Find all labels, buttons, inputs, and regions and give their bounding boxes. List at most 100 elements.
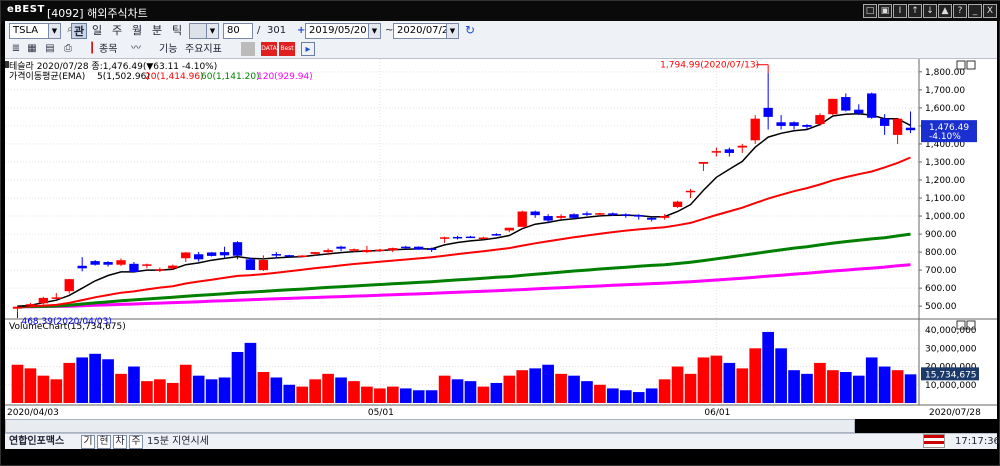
tab-period-3[interactable]: 월 xyxy=(129,23,145,39)
volume-bar xyxy=(231,351,244,403)
horizontal-scrollbar[interactable] xyxy=(5,419,855,433)
mode-menu[interactable]: 종목 xyxy=(99,42,117,58)
candle-body xyxy=(621,214,631,216)
best-badge[interactable]: Best xyxy=(279,42,295,56)
volume-bar xyxy=(154,379,166,403)
candle-icon[interactable]: ┃ xyxy=(85,42,99,56)
chevron-down-icon[interactable]: ▼ xyxy=(446,24,458,38)
candle-body xyxy=(802,125,812,127)
news-provider[interactable]: 연합인포맥스 xyxy=(9,434,64,450)
symbol-input[interactable]: TSLA ▼ xyxy=(9,23,61,39)
status-bar: 연합인포맥스 기 현 차 주 15분 지연시세 17:17:36 xyxy=(5,433,1000,450)
volume-bar xyxy=(309,379,321,403)
window-ctrl-0[interactable]: □ xyxy=(863,4,877,18)
date-from-input[interactable]: 2019/05/20 ▼ xyxy=(305,23,381,39)
volume-bar xyxy=(516,370,529,403)
date-to-input[interactable]: 2020/07/28 ▼ xyxy=(393,23,459,39)
price-tick-label: 800.00 xyxy=(925,248,957,258)
tab-period-4[interactable]: 분 xyxy=(149,23,165,39)
chevron-down-icon[interactable]: ▼ xyxy=(206,24,218,38)
volume-bar xyxy=(542,364,554,403)
volume-bar xyxy=(50,379,63,403)
price-tick-label: 1,600.00 xyxy=(925,104,965,114)
indicator-menu[interactable]: 주요지표 xyxy=(185,42,222,58)
tab-period-1[interactable]: 일 xyxy=(89,23,105,39)
candle-body xyxy=(51,297,61,299)
app-logo: eBEST xyxy=(7,4,45,15)
date-from-value: 2019/05/20 xyxy=(309,25,367,36)
price-tick-label: 500.00 xyxy=(925,302,957,312)
candle-body xyxy=(194,254,204,260)
window-ctrl-5[interactable]: ▲ xyxy=(938,4,952,18)
line-icon[interactable]: 〰 xyxy=(129,42,143,56)
candle-body xyxy=(258,260,269,271)
volume-bar xyxy=(762,331,774,403)
status-btn-0[interactable]: 기 xyxy=(81,435,95,449)
status-btn-2[interactable]: 차 xyxy=(113,435,127,449)
volume-bar xyxy=(128,366,140,403)
volume-tick-label: 30,000,000 xyxy=(925,344,977,354)
candle-body xyxy=(439,237,450,239)
interval-select[interactable]: ▼ xyxy=(189,23,219,39)
volume-bar xyxy=(490,382,503,403)
candle-body xyxy=(530,211,540,216)
chart-area[interactable]: 1,800.001,700.001,600.001,500.001,400.00… xyxy=(5,59,997,419)
window-ctrl-4[interactable]: ↓ xyxy=(923,4,937,18)
volume-bar xyxy=(166,382,179,403)
status-time: 17:17:36 xyxy=(955,436,1000,447)
volume-bar xyxy=(736,368,749,403)
count-slash: / xyxy=(257,25,261,36)
volume-bar xyxy=(348,381,360,403)
tab-period-0[interactable]: 관 xyxy=(71,23,87,39)
volume-bar xyxy=(594,384,606,403)
candle-body xyxy=(647,217,657,220)
volume-bar xyxy=(723,362,736,403)
minimize-button[interactable]: _ xyxy=(968,4,982,18)
volume-bar xyxy=(37,375,50,403)
candle-body xyxy=(77,265,87,269)
window-ctrl-1[interactable]: ▣ xyxy=(878,4,892,18)
function-menu[interactable]: 기능 xyxy=(159,42,177,58)
window-ctrl-3[interactable]: ↑ xyxy=(908,4,922,18)
ema5-legend: 5(1,502.96) xyxy=(97,72,150,82)
candle-body xyxy=(569,214,579,218)
candle-body xyxy=(271,254,281,256)
help-button[interactable]: ? xyxy=(953,4,967,18)
close-button[interactable]: X xyxy=(983,4,997,18)
refresh-icon[interactable]: ↻ xyxy=(463,23,477,37)
data-badge[interactable]: DATA xyxy=(261,42,277,56)
candle-body xyxy=(323,250,333,253)
candle-body xyxy=(595,213,605,215)
candle-body xyxy=(129,263,139,272)
delay-notice: 15분 지연시세 xyxy=(147,436,209,447)
print-icon[interactable]: ⎙ xyxy=(61,42,75,56)
volume-bar xyxy=(788,370,800,403)
candle-body xyxy=(854,109,864,114)
candle-body xyxy=(103,262,113,265)
volume-bar xyxy=(438,375,451,403)
price-tick-label: 1,200.00 xyxy=(925,176,965,186)
list-icon[interactable]: ≣ xyxy=(9,42,23,56)
grid-icon[interactable]: ▦ xyxy=(25,42,39,56)
volume-bar xyxy=(257,372,270,403)
ema20-legend: 20(1,414.96) xyxy=(145,72,204,82)
candle-body xyxy=(414,246,424,250)
tab-period-5[interactable]: 틱 xyxy=(169,23,185,39)
volume-bar xyxy=(399,388,412,403)
volume-bar xyxy=(619,390,632,403)
chevron-down-icon[interactable]: ▼ xyxy=(48,24,60,38)
candle-body xyxy=(388,248,398,251)
status-btn-1[interactable]: 현 xyxy=(97,435,111,449)
save-icon[interactable]: ▤ xyxy=(43,42,57,56)
price-chart[interactable]: 1,800.001,700.001,600.001,500.001,400.00… xyxy=(5,59,997,419)
chevron-down-icon[interactable]: ▼ xyxy=(368,24,380,38)
candle-body xyxy=(608,213,618,215)
candle-body xyxy=(672,201,683,208)
box-icon[interactable] xyxy=(241,42,255,56)
window-ctrl-2[interactable]: I xyxy=(893,4,907,18)
count-input[interactable]: 80 xyxy=(223,23,253,39)
forward-icon[interactable]: ▸ xyxy=(301,42,315,56)
status-btn-3[interactable]: 주 xyxy=(129,435,143,449)
volume-bar xyxy=(192,375,205,403)
tab-period-2[interactable]: 주 xyxy=(109,23,125,39)
